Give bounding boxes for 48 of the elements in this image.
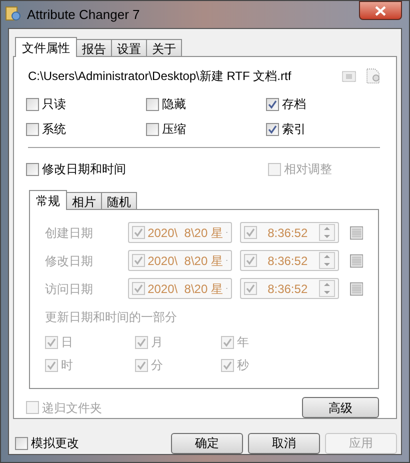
checkbox-label: 年 bbox=[237, 334, 249, 351]
checkbox[interactable] bbox=[15, 436, 28, 450]
checkbox-label: 压缩 bbox=[162, 121, 186, 138]
checkbox-label: 秒 bbox=[237, 357, 249, 374]
checkbox-label: 递归文件夹 bbox=[42, 400, 102, 416]
tab[interactable]: 关于 bbox=[146, 39, 182, 56]
checkbox[interactable] bbox=[26, 98, 39, 110]
spinner-icon bbox=[318, 252, 335, 269]
checkbox-label: 分 bbox=[151, 357, 163, 374]
dialog-button[interactable]: 高级 bbox=[302, 397, 379, 418]
checkbox-label: 系统 bbox=[42, 121, 66, 138]
tab[interactable]: 相片 bbox=[66, 192, 102, 209]
app-icon bbox=[5, 5, 21, 21]
checkbox[interactable] bbox=[26, 162, 39, 176]
date-label: 访问日期 bbox=[45, 280, 94, 298]
checkbox-label: 隐藏 bbox=[162, 96, 186, 113]
close-icon bbox=[375, 6, 386, 16]
date-label: 修改日期 bbox=[45, 252, 94, 270]
checkbox[interactable] bbox=[266, 98, 279, 110]
file-path: C:\Users\Administrator\Desktop\新建 RTF 文档.rtf bbox=[28, 68, 292, 85]
document-icon bbox=[365, 68, 381, 84]
checkbox-label: 日 bbox=[61, 334, 73, 351]
tab[interactable]: 设置 bbox=[111, 39, 147, 56]
checkbox[interactable] bbox=[266, 122, 279, 136]
tab[interactable]: 随机 bbox=[101, 192, 137, 209]
section-label: 更新日期和时间的一部分 bbox=[45, 309, 178, 326]
checkbox-label: 修改日期和时间 bbox=[42, 161, 126, 178]
folder-icon bbox=[342, 70, 356, 82]
checkbox-label: 存档 bbox=[282, 96, 306, 113]
checkbox[interactable] bbox=[26, 122, 39, 136]
dialog-button[interactable]: 确定 bbox=[171, 432, 243, 454]
checkbox[interactable] bbox=[146, 98, 159, 110]
checkbox[interactable] bbox=[146, 122, 159, 136]
tab[interactable]: 文件属性 bbox=[15, 37, 77, 57]
checkbox-label: 索引 bbox=[282, 121, 306, 138]
date-label: 创建日期 bbox=[45, 224, 94, 242]
spinner-icon bbox=[318, 280, 335, 297]
dialog-button[interactable]: 取消 bbox=[248, 432, 320, 454]
spinner-icon bbox=[318, 224, 335, 241]
checkbox-label: 相对调整 bbox=[284, 161, 332, 178]
checkbox-label: 只读 bbox=[42, 96, 66, 113]
close-button[interactable] bbox=[359, 1, 402, 20]
checkbox-label: 时 bbox=[61, 357, 73, 374]
checkbox-label: 模拟更改 bbox=[31, 435, 79, 452]
tab[interactable]: 常规 bbox=[29, 190, 67, 210]
checkbox-label: 月 bbox=[151, 334, 163, 351]
tab[interactable]: 报告 bbox=[76, 39, 112, 56]
window-title: Attribute Changer 7 bbox=[27, 6, 140, 24]
